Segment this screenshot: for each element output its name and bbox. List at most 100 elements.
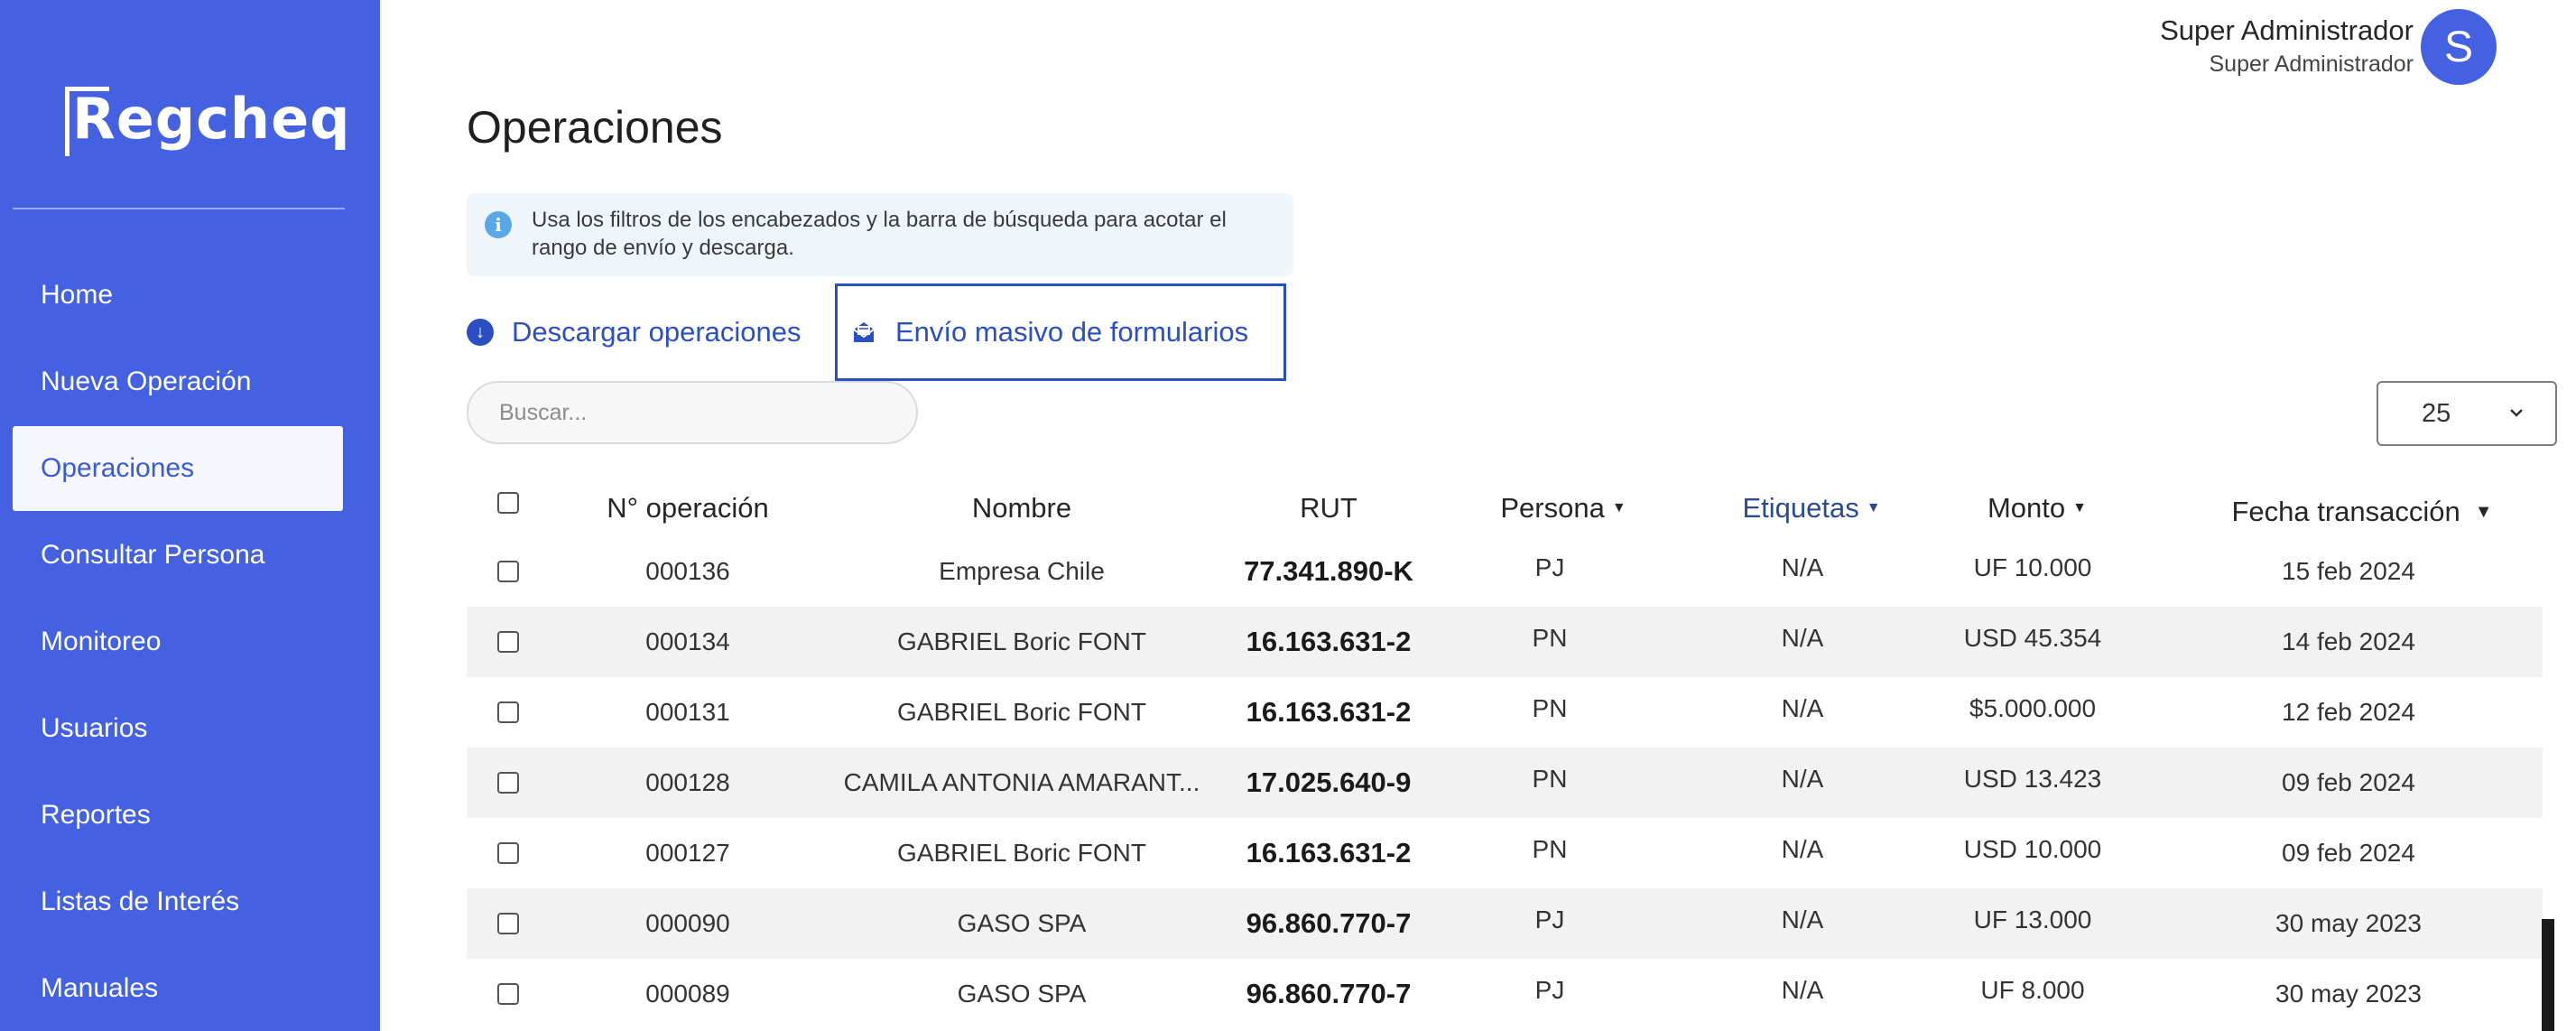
cell-num: 000131 xyxy=(645,698,730,726)
cell-nombre: GABRIEL Boric FONT xyxy=(796,677,1247,748)
cell-nombre-text: GABRIEL Boric FONT xyxy=(897,839,1146,867)
column-header-monto[interactable]: Monto ▼ xyxy=(1902,477,2173,540)
user-name: Super Administrador xyxy=(2160,14,2414,46)
table-row[interactable]: 000089 GASO SPA 96.860.770-7 PJ N/A UF 8… xyxy=(467,959,2543,1029)
cell-nombre: GASO SPA xyxy=(796,888,1247,959)
cell-rut: 77.341.890-K xyxy=(1244,555,1413,587)
download-icon: ↓ xyxy=(467,319,494,346)
sidebar-divider xyxy=(13,208,345,209)
bulk-send-forms-label: Envío masivo de formularios xyxy=(895,316,1249,348)
download-operations-button[interactable]: ↓ Descargar operaciones xyxy=(467,283,802,381)
cell-rut: 96.860.770-7 xyxy=(1246,907,1412,939)
user-role: Super Administrador xyxy=(2209,51,2414,77)
table-row[interactable]: 000136 Empresa Chile 77.341.890-K PJ N/A… xyxy=(467,536,2543,607)
cell-persona: PN xyxy=(1532,835,1568,863)
table-row[interactable]: 000090 GASO SPA 96.860.770-7 PJ N/A UF 1… xyxy=(467,888,2543,959)
table-row[interactable]: 000127 GABRIEL Boric FONT 16.163.631-2 P… xyxy=(467,818,2543,888)
sidebar-item-listas-de-interes[interactable]: Listas de Interés xyxy=(13,859,343,944)
sidebar-item-home[interactable]: Home xyxy=(13,253,343,338)
column-header-fecha[interactable]: Fecha transacción ▼ xyxy=(2164,480,2561,543)
cell-nombre: GASO SPA xyxy=(796,959,1247,1029)
column-header-monto-label: Monto xyxy=(1987,492,2066,524)
scrollbar-thumb[interactable] xyxy=(2542,919,2554,1031)
page-title: Operaciones xyxy=(467,102,723,153)
cell-etiquetas: N/A xyxy=(1781,694,1824,722)
cell-rut: 16.163.631-2 xyxy=(1246,696,1412,728)
search-input[interactable] xyxy=(467,381,918,444)
cell-nombre-text: Empresa Chile xyxy=(939,557,1105,585)
cell-monto: UF 8.000 xyxy=(1980,976,2085,1004)
row-checkbox[interactable] xyxy=(497,561,519,582)
table-row[interactable]: 000131 GABRIEL Boric FONT 16.163.631-2 P… xyxy=(467,677,2543,748)
cell-monto: UF 13.000 xyxy=(1973,906,2092,933)
row-checkbox[interactable] xyxy=(497,772,519,794)
cell-persona: PJ xyxy=(1534,906,1565,933)
cell-nombre-text: GABRIEL Boric FONT xyxy=(897,698,1146,726)
caret-down-icon: ▼ xyxy=(2072,500,2087,516)
cell-rut: 17.025.640-9 xyxy=(1246,766,1412,798)
bulk-send-forms-button[interactable]: Envío masivo de formularios xyxy=(835,283,1286,381)
row-checkbox[interactable] xyxy=(497,983,519,1005)
sidebar-item-monitoreo[interactable]: Monitoreo xyxy=(13,599,343,684)
cell-fecha: 14 feb 2024 xyxy=(2282,627,2415,655)
mail-open-icon xyxy=(853,322,875,342)
table-header: N° operación Nombre RUT Persona ▼ Etiquet… xyxy=(467,477,2543,540)
caret-down-icon: ▼ xyxy=(1866,500,1881,516)
sidebar-item-operaciones[interactable]: Operaciones xyxy=(13,426,343,511)
cell-persona: PN xyxy=(1532,624,1568,652)
cell-nombre-text: CAMILA ANTONIA AMARANT... xyxy=(843,768,1200,796)
select-all-checkbox[interactable] xyxy=(497,492,519,514)
column-header-num: N° operación xyxy=(607,492,769,524)
cell-num: 000090 xyxy=(645,909,730,937)
cell-persona: PJ xyxy=(1534,976,1565,1004)
cell-etiquetas: N/A xyxy=(1781,906,1824,933)
sidebar-item-usuarios[interactable]: Usuarios xyxy=(13,686,343,771)
table-row[interactable]: 000134 GABRIEL Boric FONT 16.163.631-2 P… xyxy=(467,607,2543,677)
row-checkbox[interactable] xyxy=(497,701,519,723)
row-checkbox[interactable] xyxy=(497,631,519,653)
cell-fecha: 12 feb 2024 xyxy=(2282,698,2415,726)
cell-nombre: GABRIEL Boric FONT xyxy=(796,607,1247,677)
cell-num: 000128 xyxy=(645,768,730,796)
cell-num: 000127 xyxy=(645,839,730,867)
download-operations-label: Descargar operaciones xyxy=(512,316,802,348)
chevron-down-icon xyxy=(2510,409,2523,417)
cell-persona: PN xyxy=(1532,765,1568,793)
sidebar-item-nueva-operacion[interactable]: Nueva Operación xyxy=(13,339,343,424)
cell-num: 000136 xyxy=(645,557,730,585)
info-banner: i Usa los filtros de los encabezados y l… xyxy=(467,193,1293,276)
cell-monto: USD 45.354 xyxy=(1963,624,2102,652)
app-logo[interactable]: Regcheq xyxy=(72,85,351,153)
cell-num: 000089 xyxy=(645,980,730,1008)
cell-nombre: GABRIEL Boric FONT xyxy=(796,818,1247,888)
cell-nombre-text: GABRIEL Boric FONT xyxy=(897,627,1146,655)
sidebar-item-reportes[interactable]: Reportes xyxy=(13,773,343,858)
cell-rut: 16.163.631-2 xyxy=(1246,626,1412,657)
cell-etiquetas: N/A xyxy=(1781,624,1824,652)
cell-persona: PJ xyxy=(1534,553,1565,581)
column-header-persona[interactable]: Persona ▼ xyxy=(1441,477,1685,540)
cell-rut: 96.860.770-7 xyxy=(1246,978,1412,1009)
cell-fecha: 30 may 2023 xyxy=(2275,980,2422,1008)
page-size-select[interactable]: 25 xyxy=(2377,381,2557,446)
cell-etiquetas: N/A xyxy=(1781,835,1824,863)
caret-down-icon: ▼ xyxy=(1611,500,1626,516)
cell-monto: USD 10.000 xyxy=(1963,835,2102,863)
sidebar-item-manuales[interactable]: Manuales xyxy=(13,946,343,1031)
column-header-rut: RUT xyxy=(1300,492,1357,524)
cell-rut: 16.163.631-2 xyxy=(1246,837,1412,868)
avatar[interactable]: S xyxy=(2421,9,2497,85)
table-row[interactable]: 000128 CAMILA ANTONIA AMARANT... 17.025.… xyxy=(467,748,2543,818)
cell-fecha: 30 may 2023 xyxy=(2275,909,2422,937)
cell-nombre: Empresa Chile xyxy=(796,536,1247,607)
cell-fecha: 15 feb 2024 xyxy=(2282,557,2415,585)
sidebar-item-consultar-persona[interactable]: Consultar Persona xyxy=(13,513,343,598)
cell-nombre: CAMILA ANTONIA AMARANT... xyxy=(796,748,1247,818)
cell-num: 000134 xyxy=(645,627,730,655)
row-checkbox[interactable] xyxy=(497,913,519,934)
column-header-etiquetas-label: Etiquetas xyxy=(1742,492,1859,524)
info-icon: i xyxy=(485,211,512,238)
row-checkbox[interactable] xyxy=(497,842,519,864)
cell-monto: UF 10.000 xyxy=(1973,553,2092,581)
sidebar: Regcheq Home Nueva Operación Operaciones… xyxy=(0,0,380,1031)
